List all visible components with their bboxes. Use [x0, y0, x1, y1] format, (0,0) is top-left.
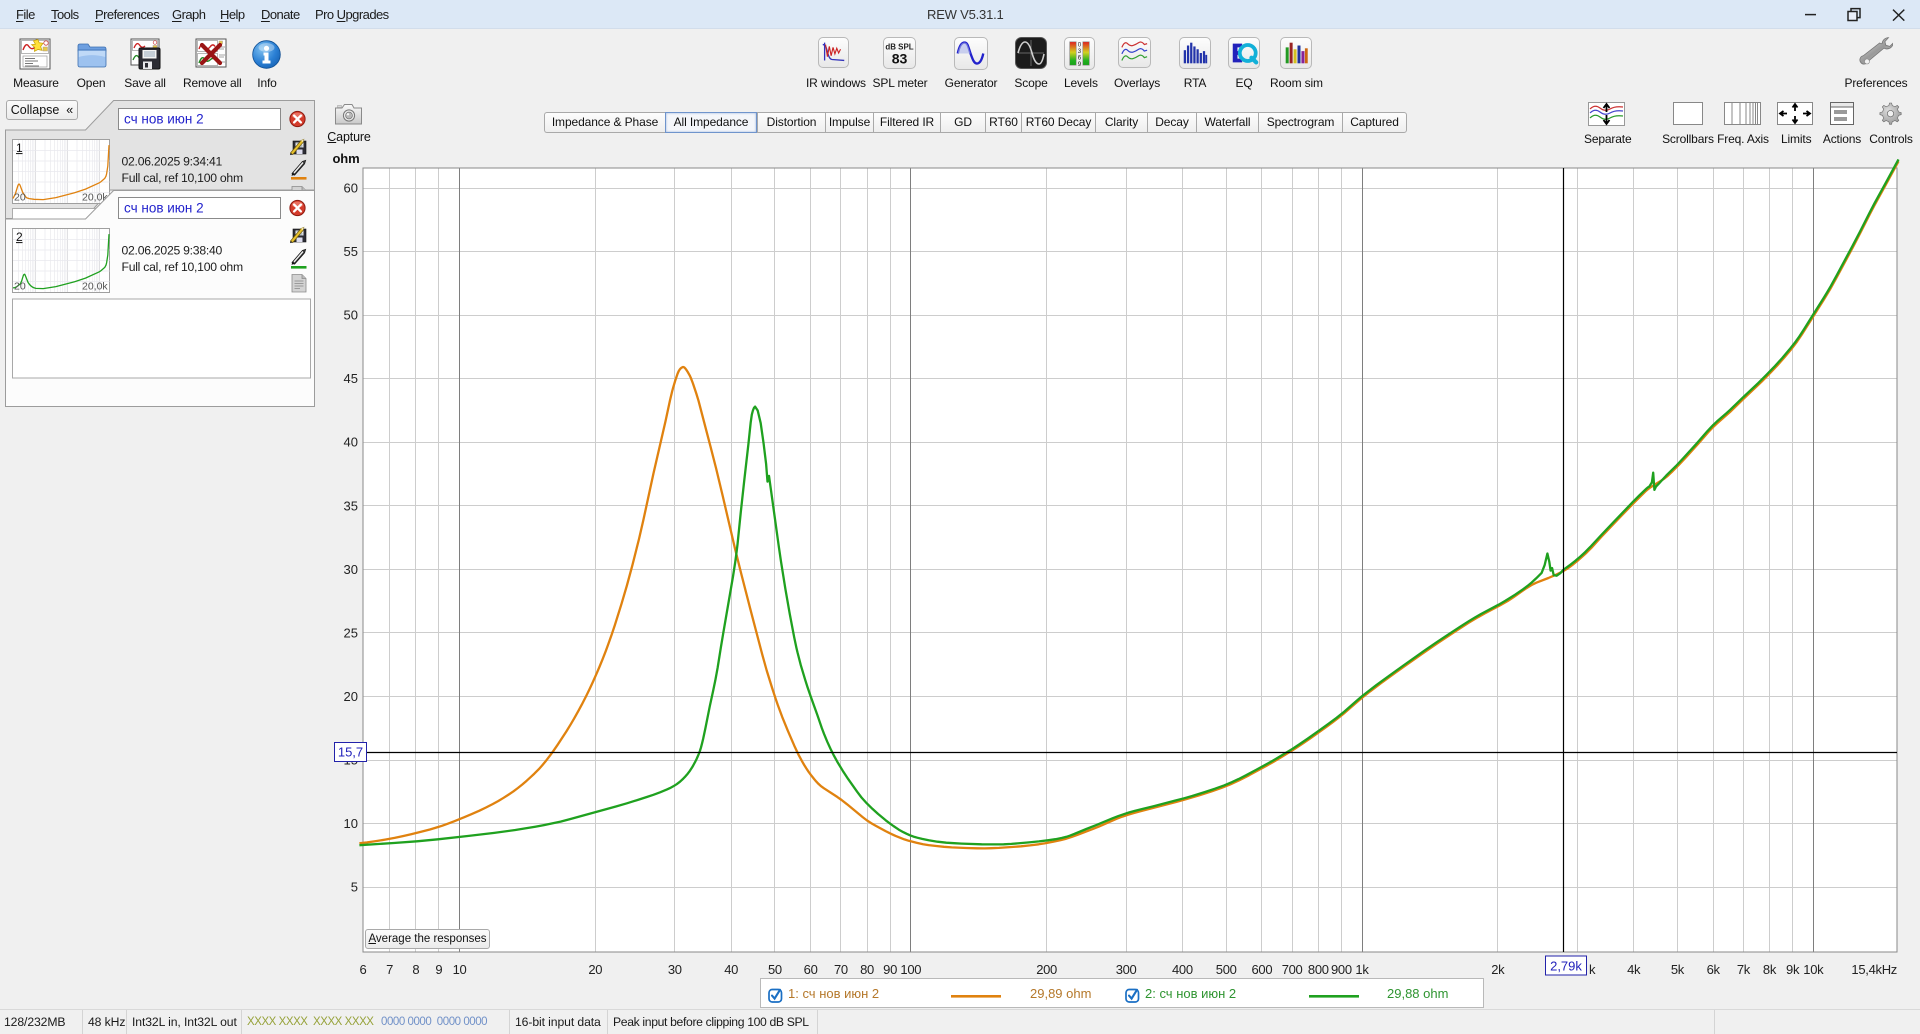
svg-text:02.06.2025 9:38:40: 02.06.2025 9:38:40 — [122, 244, 223, 258]
svg-text:4k: 4k — [1627, 962, 1641, 977]
svg-text:2k: 2k — [1491, 962, 1505, 977]
svg-text:700: 700 — [1282, 962, 1303, 977]
svg-text:55: 55 — [344, 244, 358, 259]
svg-text:600: 600 — [1252, 962, 1273, 977]
svg-text:30: 30 — [344, 562, 358, 577]
svg-text:50: 50 — [344, 308, 358, 323]
svg-text:k: k — [1589, 962, 1596, 977]
svg-text:6k: 6k — [1707, 962, 1721, 977]
svg-text:2,79k: 2,79k — [1550, 959, 1582, 974]
svg-text:5k: 5k — [1671, 962, 1685, 977]
svg-text:2: 2 — [16, 230, 23, 244]
svg-text:30: 30 — [668, 962, 682, 977]
svg-text:45: 45 — [344, 371, 358, 386]
svg-text:15,4kHz: 15,4kHz — [1851, 962, 1897, 977]
svg-text:40: 40 — [724, 962, 738, 977]
svg-text:сч нов июн 2: сч нов июн 2 — [124, 201, 204, 216]
svg-text:20: 20 — [344, 689, 358, 704]
svg-text:1k: 1k — [1355, 962, 1369, 977]
svg-text:60: 60 — [804, 962, 818, 977]
svg-text:9k: 9k — [1786, 962, 1800, 977]
svg-text:10: 10 — [344, 816, 358, 831]
svg-text:5: 5 — [351, 880, 358, 895]
svg-text:Full cal, ref 10,100 ohm: Full cal, ref 10,100 ohm — [122, 260, 243, 274]
svg-text:9: 9 — [435, 962, 442, 977]
svg-text:90: 90 — [883, 962, 897, 977]
svg-text:35: 35 — [344, 498, 358, 513]
svg-text:900: 900 — [1331, 962, 1352, 977]
svg-text:20,0k: 20,0k — [82, 281, 108, 293]
svg-text:800: 800 — [1308, 962, 1329, 977]
svg-text:40: 40 — [344, 435, 358, 450]
svg-text:80: 80 — [860, 962, 874, 977]
svg-text:8: 8 — [412, 962, 419, 977]
svg-text:7k: 7k — [1737, 962, 1751, 977]
svg-text:200: 200 — [1036, 962, 1057, 977]
svg-text:8k: 8k — [1763, 962, 1777, 977]
svg-text:70: 70 — [834, 962, 848, 977]
svg-text:50: 50 — [768, 962, 782, 977]
svg-text:10: 10 — [453, 962, 467, 977]
svg-text:10k: 10k — [1803, 962, 1824, 977]
svg-text:20: 20 — [14, 281, 26, 293]
svg-text:7: 7 — [386, 962, 393, 977]
svg-text:500: 500 — [1216, 962, 1237, 977]
svg-text:15,7: 15,7 — [338, 745, 363, 760]
svg-text:60: 60 — [344, 181, 358, 196]
svg-text:100: 100 — [900, 962, 921, 977]
svg-text:25: 25 — [344, 625, 358, 640]
svg-text:6: 6 — [360, 962, 367, 977]
svg-text:400: 400 — [1172, 962, 1193, 977]
svg-text:300: 300 — [1116, 962, 1137, 977]
svg-text:20: 20 — [588, 962, 602, 977]
